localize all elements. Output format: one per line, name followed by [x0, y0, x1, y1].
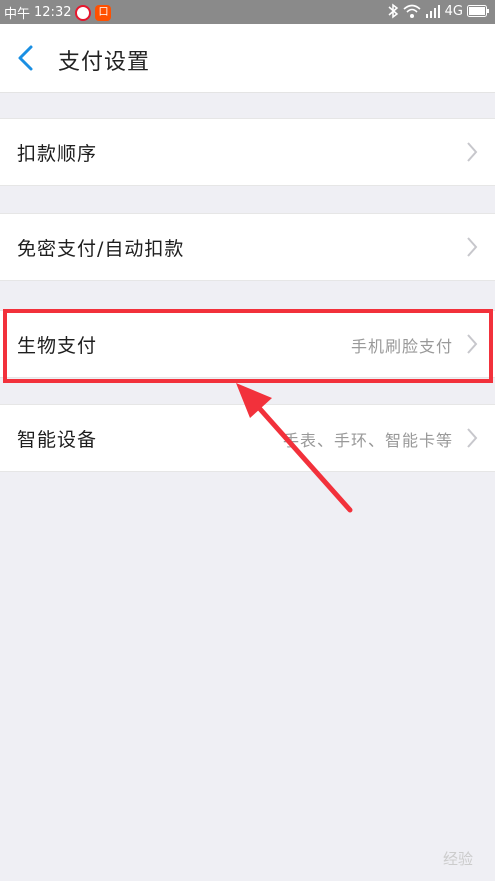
settings-item-label: 扣款顺序: [17, 143, 98, 165]
chevron-right-icon: [467, 142, 478, 162]
chevron-left-icon[interactable]: [14, 44, 38, 72]
weibo-icon: [75, 4, 92, 21]
carrier-label: 中午: [4, 7, 31, 22]
battery-icon: [467, 5, 489, 17]
highlight-box: [3, 309, 493, 383]
status-bar: 中午 12:32 口 4G: [0, 0, 495, 24]
network-label: 4G: [444, 3, 463, 19]
watermark: 经验: [442, 850, 473, 868]
taobao-icon: 口: [95, 4, 112, 21]
bluetooth-icon: [388, 3, 398, 19]
settings-item-value: 手表、手环、智能卡等: [282, 431, 453, 450]
settings-item-smart-devices[interactable]: 智能设备 手表、手环、智能卡等: [0, 404, 495, 472]
signal-icon: [425, 5, 440, 18]
settings-item-deduction-order[interactable]: 扣款顺序: [0, 118, 495, 186]
page-title: 支付设置: [58, 50, 151, 75]
app-header: 支付设置: [0, 24, 495, 93]
time-label: 12:32: [34, 5, 72, 20]
settings-item-label: 智能设备: [17, 429, 98, 451]
settings-item-password-free-payment[interactable]: 免密支付/自动扣款: [0, 213, 495, 281]
chevron-right-icon: [467, 428, 478, 448]
wifi-icon: [403, 4, 421, 18]
settings-item-label: 免密支付/自动扣款: [17, 238, 185, 260]
chevron-right-icon: [467, 237, 478, 257]
